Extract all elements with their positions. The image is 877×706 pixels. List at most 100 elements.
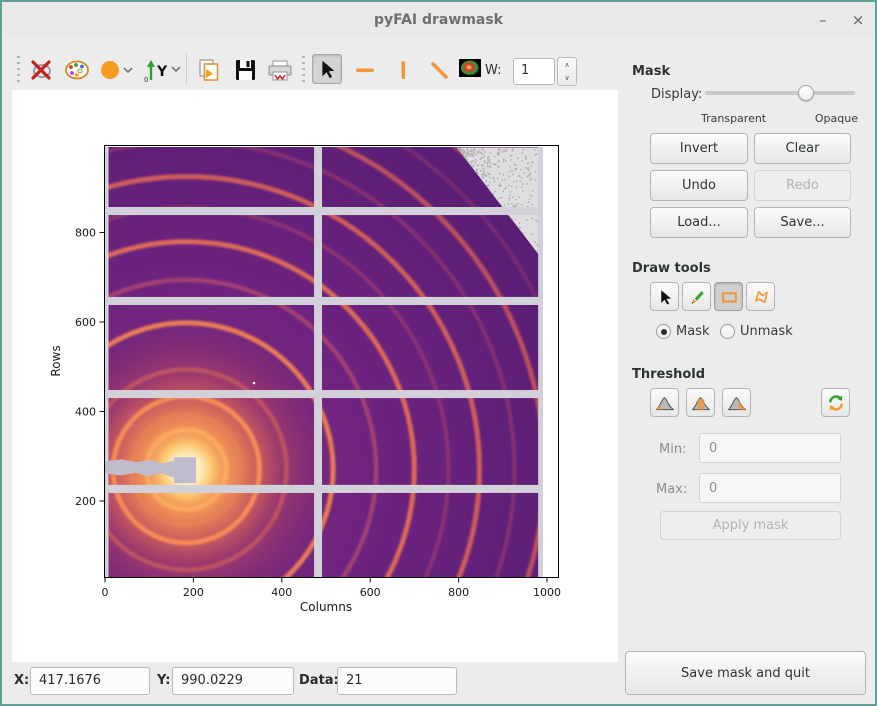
refresh-icon — [826, 393, 846, 413]
save-plot-button[interactable] — [230, 56, 260, 84]
save-icon — [233, 58, 257, 82]
histogram-above-icon — [727, 393, 747, 413]
clear-icon — [29, 58, 53, 82]
svg-text:0: 0 — [144, 76, 148, 83]
y-axis-icon: 0 Y — [143, 57, 183, 83]
svg-text:1000: 1000 — [533, 586, 561, 599]
plot-canvas[interactable]: 0 200 400 600 800 1000 200 400 600 800 Columns Ro… — [12, 90, 618, 662]
draw-tools-title: Draw tools — [632, 261, 711, 276]
invert-button[interactable]: Invert — [650, 133, 748, 164]
toolbar-grip[interactable] — [302, 56, 305, 82]
line-mask-button[interactable] — [424, 56, 454, 84]
y-coordinate-field: 990.0229 — [172, 667, 294, 695]
load-mask-button[interactable]: Load... — [650, 207, 748, 238]
svg-text:Y: Y — [156, 64, 168, 80]
svg-text:0: 0 — [102, 586, 109, 599]
mask-section-title: Mask — [632, 64, 670, 79]
stepper-down-icon[interactable]: ∨ — [558, 71, 576, 84]
svg-text:200: 200 — [183, 586, 204, 599]
close-button[interactable]: × — [847, 8, 869, 32]
y-coordinate-label: Y: — [157, 673, 170, 688]
save-mask-and-quit-button[interactable]: Save mask and quit — [625, 651, 866, 695]
pencil-width-stepper[interactable]: ∧ ∨ — [557, 57, 577, 86]
mask-between-button[interactable] — [686, 388, 715, 417]
x-coordinate-label: X: — [14, 673, 29, 688]
window-title: pyFAI drawmask — [374, 12, 503, 28]
vline-mask-button[interactable] — [388, 56, 418, 84]
print-button[interactable] — [264, 56, 296, 84]
histogram-between-icon — [691, 393, 711, 413]
marker-color-icon — [99, 58, 135, 82]
display-label: Display: — [651, 87, 702, 102]
palette-icon — [64, 58, 90, 82]
colormap-preview-button[interactable] — [458, 57, 482, 79]
diffraction-image — [12, 90, 618, 662]
svg-text:200: 200 — [75, 495, 96, 508]
min-input[interactable]: 0 — [699, 433, 841, 463]
mask-transparency-slider[interactable] — [705, 85, 855, 101]
opaque-label: Opaque — [808, 112, 858, 125]
y-axis-label: Rows — [49, 345, 63, 376]
unmask-radio-label[interactable]: Unmask — [740, 324, 793, 339]
pointer-icon — [656, 288, 674, 306]
horizontal-line-icon — [353, 58, 377, 82]
colormap-icon — [459, 59, 481, 77]
svg-text:400: 400 — [271, 586, 292, 599]
max-input[interactable]: 0 — [699, 473, 841, 503]
threshold-section-title: Threshold — [632, 367, 705, 382]
colormap-dialog-button[interactable] — [62, 56, 92, 84]
vertical-line-icon — [391, 58, 415, 82]
pencil-tool-button[interactable] — [682, 282, 711, 311]
x-axis-label: Columns — [300, 600, 352, 614]
clear-mask-button[interactable]: Clear — [754, 133, 851, 164]
y-axis-orientation-button[interactable]: 0 Y — [142, 56, 184, 84]
apply-mask-button[interactable]: Apply mask — [660, 511, 841, 540]
mask-radio[interactable] — [656, 324, 671, 339]
slider-handle[interactable] — [798, 85, 814, 101]
refresh-threshold-button[interactable] — [821, 388, 850, 417]
polygon-icon — [752, 288, 770, 306]
transparent-label: Transparent — [701, 112, 766, 125]
svg-text:600: 600 — [360, 586, 381, 599]
mask-color-button[interactable] — [98, 56, 136, 84]
hline-mask-button[interactable] — [350, 56, 380, 84]
select-tool-button[interactable] — [650, 282, 679, 311]
app-window: pyFAI drawmask – × 0 — [0, 0, 877, 706]
stepper-up-icon[interactable]: ∧ — [558, 58, 576, 71]
max-label: Max: — [656, 482, 687, 497]
svg-text:600: 600 — [75, 316, 96, 329]
min-label: Min: — [659, 442, 686, 457]
data-value-label: Data: — [299, 673, 339, 688]
pencil-width-label: W: — [485, 63, 501, 78]
svg-text:800: 800 — [75, 227, 96, 240]
pointer-icon — [316, 58, 338, 80]
rectangle-icon — [720, 288, 738, 306]
toolbar-grip[interactable] — [17, 56, 20, 82]
pencil-width-input[interactable]: 1 — [513, 58, 555, 85]
pencil-icon — [688, 288, 706, 306]
toolbar-separator — [186, 54, 187, 84]
minimize-button[interactable]: – — [812, 8, 834, 32]
mask-below-min-button[interactable] — [650, 388, 679, 417]
unmask-radio[interactable] — [720, 324, 735, 339]
copy-icon — [197, 58, 221, 82]
histogram-below-icon — [655, 393, 675, 413]
plot-widget: 0 200 400 600 800 1000 200 400 600 800 Columns Ro… — [12, 90, 618, 662]
svg-text:400: 400 — [75, 406, 96, 419]
redo-button[interactable]: Redo — [754, 170, 851, 201]
undo-button[interactable]: Undo — [650, 170, 748, 201]
copy-button[interactable] — [194, 56, 224, 84]
rectangle-tool-button[interactable] — [714, 282, 743, 311]
print-icon — [266, 58, 294, 82]
mask-radio-label[interactable]: Mask — [676, 324, 709, 339]
slider-track[interactable] — [705, 91, 855, 95]
titlebar[interactable]: pyFAI drawmask – × — [2, 2, 875, 38]
data-value-field: 21 — [337, 667, 457, 695]
svg-text:800: 800 — [448, 586, 469, 599]
x-coordinate-field: 417.1676 — [30, 667, 150, 695]
mask-above-max-button[interactable] — [722, 388, 751, 417]
pan-tool-button[interactable] — [312, 54, 342, 84]
polygon-tool-button[interactable] — [746, 282, 775, 311]
clear-plot-button[interactable] — [26, 56, 56, 84]
save-mask-button[interactable]: Save... — [754, 207, 851, 238]
